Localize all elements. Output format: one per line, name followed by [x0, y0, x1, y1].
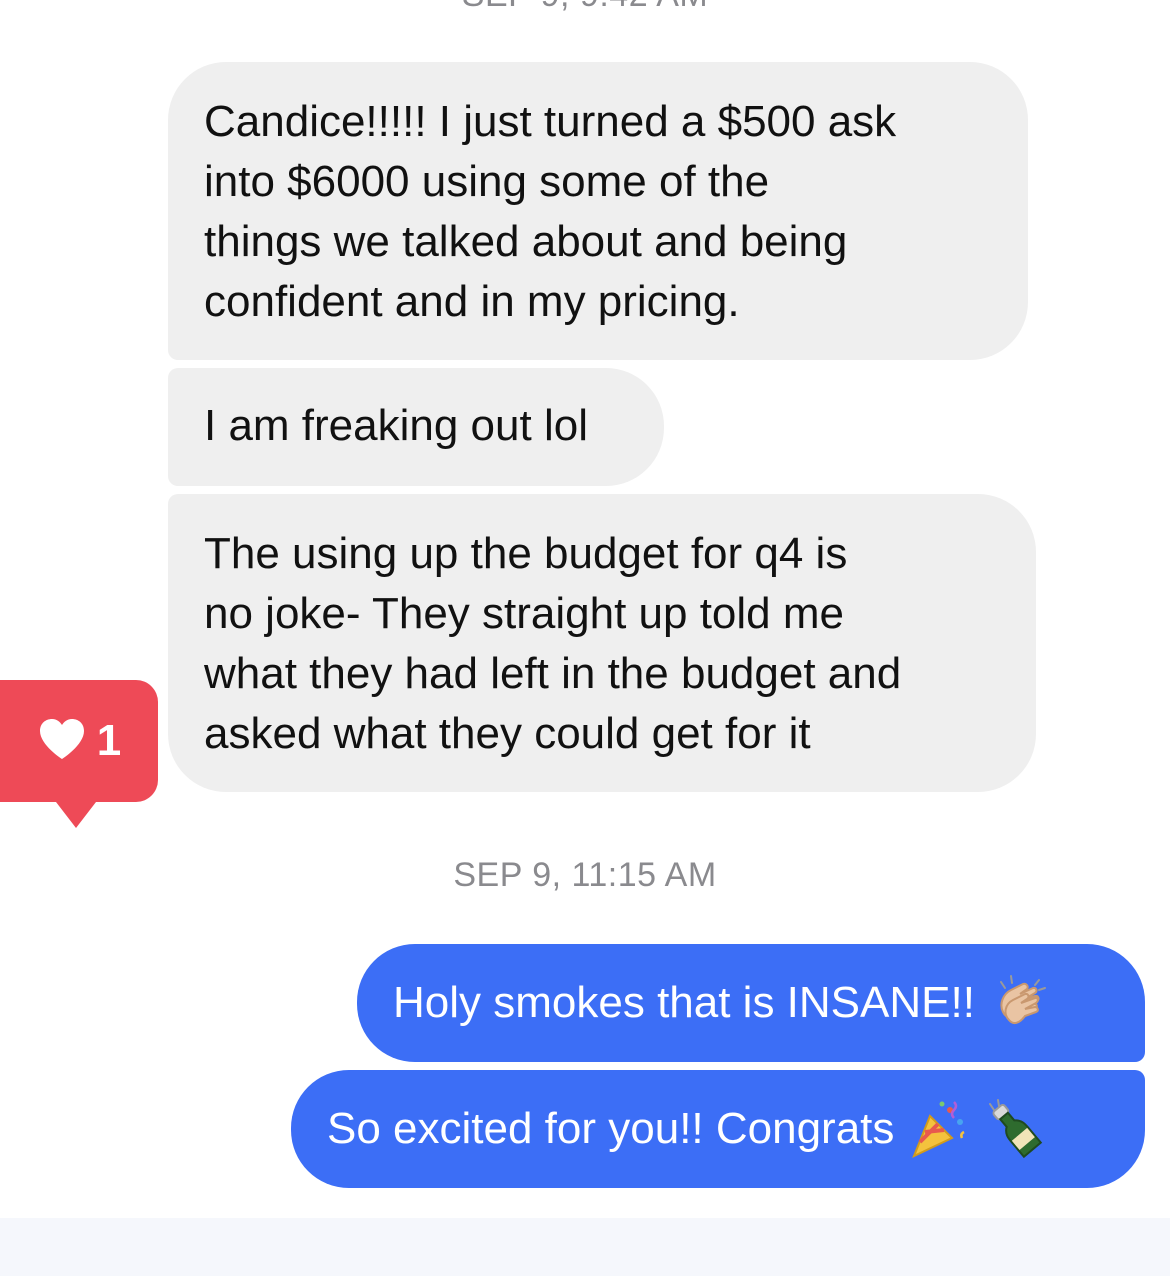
reaction-badge[interactable]: 1 [0, 680, 158, 828]
timestamp-top: SEP 9, 9:42 AM [0, 0, 1170, 15]
message-bubble-incoming[interactable]: The using up the budget for q4 is no jok… [168, 494, 1036, 792]
message-text: So excited for you!! Congrats [327, 1104, 895, 1153]
reaction-count: 1 [96, 716, 122, 765]
heart-icon [37, 717, 87, 766]
message-bubble-incoming[interactable]: I am freaking out lol [168, 368, 664, 486]
party-popper-icon [908, 1098, 970, 1160]
message-bubble-outgoing[interactable]: So excited for you!! Congrats [291, 1070, 1145, 1188]
timestamp-middle: SEP 9, 11:15 AM [453, 856, 717, 894]
message-bubble-outgoing[interactable]: Holy smokes that is INSANE!! [357, 944, 1145, 1062]
champagne-bottle-icon [984, 1098, 1046, 1160]
clapping-hands-icon [989, 972, 1051, 1034]
message-text: Holy smokes that is INSANE!! [393, 978, 975, 1027]
message-bubble-incoming[interactable]: Candice!!!!! I just turned a $500 ask in… [168, 62, 1028, 360]
composer-area [0, 1218, 1170, 1276]
chat-screen: SEP 9, 9:42 AM Candice!!!!! I just turne… [0, 0, 1170, 1276]
